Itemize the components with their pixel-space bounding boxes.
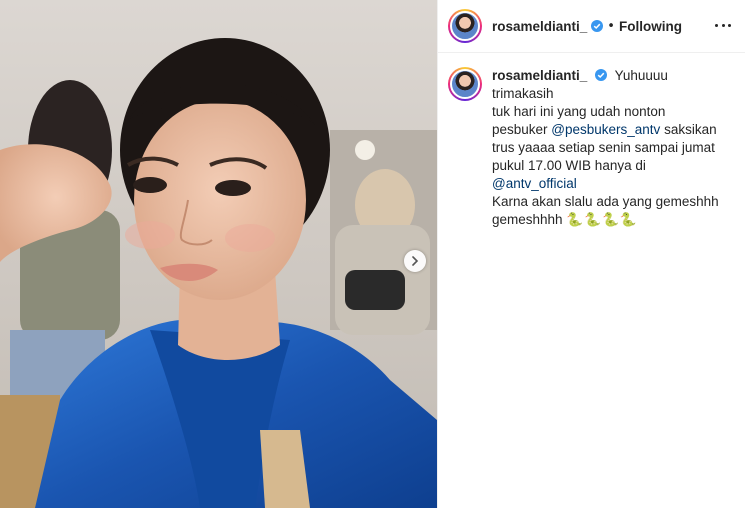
selfie-image: [0, 0, 437, 508]
caption-line-3: saksikan: [664, 122, 717, 137]
snake-emoji: 🐍🐍🐍🐍: [566, 212, 638, 227]
more-options-icon[interactable]: [715, 24, 731, 28]
caption-line-4: trus yaaaa setiap senin sampai jumat: [492, 140, 715, 155]
next-photo-button[interactable]: [404, 250, 426, 272]
mention-pesbukers-link[interactable]: @pesbukers_antv: [551, 122, 660, 137]
caption-line-5: pukul 17.00 WIB hanya di: [492, 158, 646, 173]
post-header: rosameldianti_ • Following: [438, 0, 745, 53]
caption-avatar[interactable]: [448, 67, 482, 101]
avatar[interactable]: [448, 9, 482, 43]
caption-comment: rosameldianti_ Yuhuuuu trimakasih tuk ha…: [438, 53, 745, 229]
post-side-panel: rosameldianti_ • Following rosameldianti…: [437, 0, 745, 508]
separator-dot: •: [607, 18, 615, 34]
header-username[interactable]: rosameldianti_: [492, 19, 587, 34]
caption-line-2: tuk hari ini yang udah nonton: [492, 104, 666, 119]
post-photo[interactable]: [0, 0, 437, 508]
mention-antv-link[interactable]: @antv_official: [492, 175, 732, 193]
caption-line-7: gemeshhhh: [492, 212, 563, 227]
caption-line-6: Karna akan slalu ada yang gemeshhh: [492, 194, 719, 209]
following-button[interactable]: Following: [619, 19, 682, 34]
caption-line-3-prefix: pesbuker: [492, 122, 552, 137]
verified-badge-icon: [595, 69, 608, 81]
verified-badge-icon: [591, 20, 604, 32]
chevron-right-icon: [412, 256, 419, 266]
caption-text: rosameldianti_ Yuhuuuu trimakasih tuk ha…: [492, 67, 732, 229]
caption-username[interactable]: rosameldianti_: [492, 68, 587, 83]
